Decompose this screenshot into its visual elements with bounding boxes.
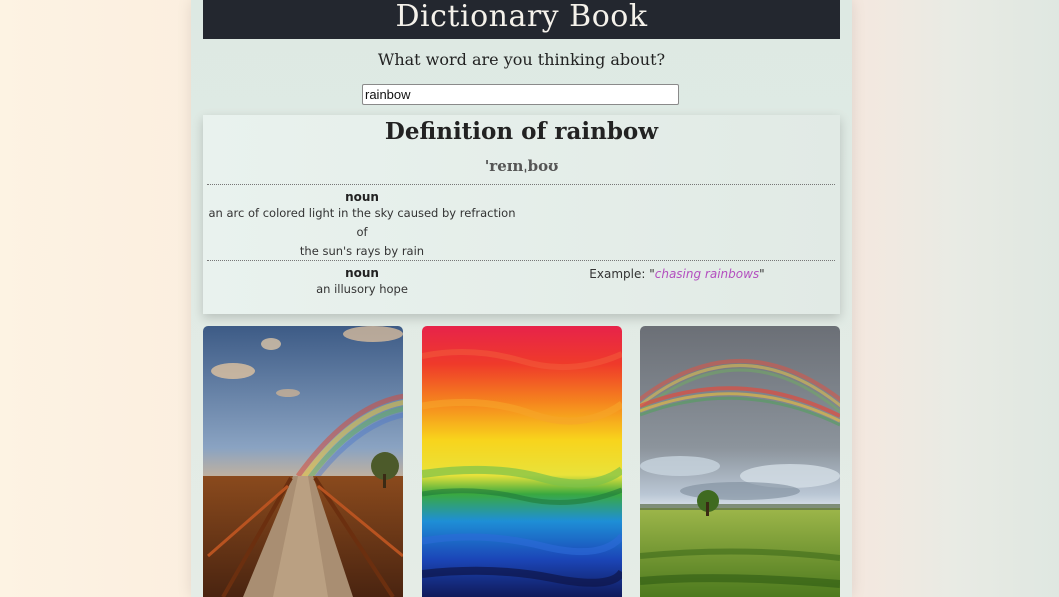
example-text: chasing rainbows (654, 267, 760, 281)
definition-card: Definition of rainbow 'reɪnˌboʊ noun an … (203, 115, 840, 314)
definition-heading: Definition of rainbow (384, 118, 659, 145)
example-prefix: Example: " (589, 267, 655, 281)
search-prompt: What word are you thinking about? (377, 50, 666, 69)
part-of-speech: noun (345, 266, 379, 280)
image-double-rainbow-meadow[interactable] (640, 326, 840, 597)
image-rainbow-paint[interactable] (422, 326, 622, 597)
app-title: Dictionary Book (395, 0, 648, 34)
part-of-speech: noun (345, 190, 379, 204)
definition-line: an arc of colored light in the sky cause… (208, 206, 516, 239)
phonetic-text: 'reɪnˌboʊ (484, 157, 559, 175)
image-boardwalk-rainbow[interactable] (203, 326, 403, 597)
definition-text: an arc of colored light in the sky cause… (207, 204, 517, 261)
meaning-block: noun an arc of colored light in the sky … (207, 190, 517, 261)
example-block: Example: "chasing rainbows" (517, 267, 837, 281)
divider (207, 184, 835, 185)
header-title-bar: Dictionary Book (203, 0, 840, 39)
definition-line: the sun's rays by rain (299, 244, 425, 258)
search-input[interactable] (362, 84, 679, 105)
example-suffix: " (759, 267, 765, 281)
definition-text: an illusory hope (316, 282, 408, 296)
divider (207, 260, 835, 261)
meaning-block: noun an illusory hope (207, 266, 517, 299)
